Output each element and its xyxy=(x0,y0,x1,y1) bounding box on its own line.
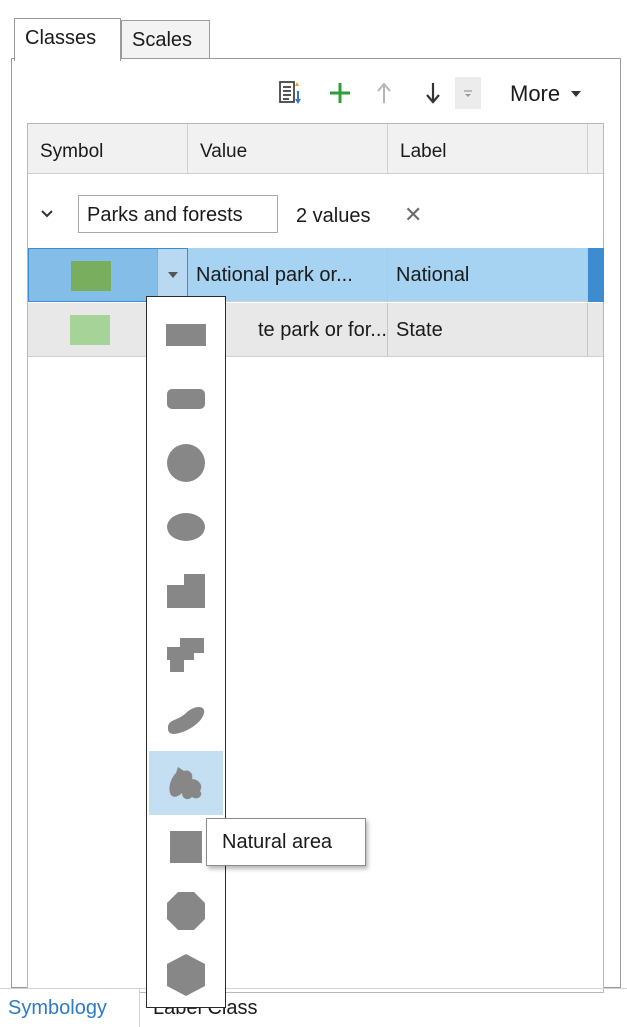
add-all-values-icon[interactable] xyxy=(274,77,306,109)
shape-stepped-block-icon[interactable] xyxy=(149,559,223,623)
move-down-icon[interactable] xyxy=(421,77,445,109)
bottom-tab-strip: Symbology Label Class xyxy=(0,988,627,1027)
more-menu-button[interactable]: More xyxy=(510,81,582,107)
group-value-count: 2 values xyxy=(296,205,371,227)
symbol-dropdown-arrow-icon[interactable] xyxy=(157,249,187,301)
symbol-swatch[interactable] xyxy=(71,261,111,291)
shape-rounded-rectangle-icon[interactable] xyxy=(149,367,223,431)
table-row[interactable]: te park or for... State xyxy=(28,303,603,357)
chevron-down-icon xyxy=(571,91,582,97)
symbol-swatch[interactable] xyxy=(70,315,110,345)
table-row[interactable]: National park or... National xyxy=(28,248,604,302)
reorder-options-icon[interactable] xyxy=(455,77,481,109)
tab-classes[interactable]: Classes xyxy=(14,18,121,61)
shape-tooltip: Natural area xyxy=(206,818,366,866)
column-header-value[interactable]: Value xyxy=(188,124,388,174)
move-up-icon[interactable] xyxy=(372,77,396,109)
remove-group-icon[interactable]: ✕ xyxy=(404,202,422,228)
shape-circle-icon[interactable] xyxy=(149,431,223,495)
shape-ellipse-icon[interactable] xyxy=(149,495,223,559)
row-end-marker xyxy=(588,303,604,357)
shape-gallery-popup xyxy=(146,296,226,1008)
shape-blob-icon[interactable] xyxy=(149,687,223,751)
shape-rectangle-icon[interactable] xyxy=(149,303,223,367)
tab-scales[interactable]: Scales xyxy=(121,20,210,60)
group-row: Parks and forests 2 values ✕ xyxy=(28,175,603,249)
label-cell[interactable]: State xyxy=(388,303,588,357)
tab-symbology[interactable]: Symbology xyxy=(0,989,140,1027)
add-icon[interactable] xyxy=(326,77,354,109)
grid-header: Symbol Value Label xyxy=(28,124,603,174)
row-end-marker xyxy=(588,248,604,302)
value-cell[interactable]: National park or... xyxy=(188,248,388,302)
more-label: More xyxy=(510,81,561,106)
shape-octagon-icon[interactable] xyxy=(149,879,223,943)
collapse-chevron-icon[interactable] xyxy=(40,203,54,225)
shape-cross-block-icon[interactable] xyxy=(149,623,223,687)
column-header-symbol[interactable]: Symbol xyxy=(28,124,188,174)
shape-hexagon-icon[interactable] xyxy=(149,943,223,1007)
label-cell[interactable]: National xyxy=(388,248,588,302)
classes-toolbar: More xyxy=(12,59,620,125)
column-header-label[interactable]: Label xyxy=(388,124,588,174)
shape-natural-area-icon[interactable] xyxy=(149,751,223,815)
group-heading-field[interactable]: Parks and forests xyxy=(78,195,278,233)
symbol-cell[interactable] xyxy=(28,248,188,302)
